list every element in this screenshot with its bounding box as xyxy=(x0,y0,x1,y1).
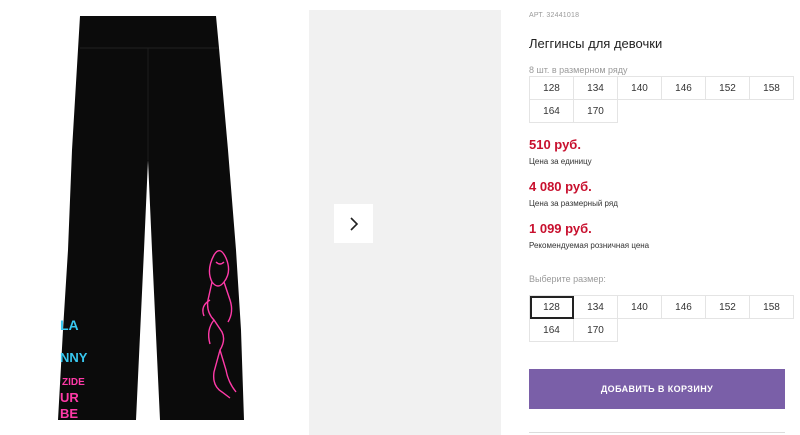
svg-text:LA: LA xyxy=(60,317,79,333)
retail-price-label: Рекомендуемая розничная цена xyxy=(529,241,650,250)
pack-size-cell: 128 xyxy=(530,77,574,100)
svg-text:ZIDE: ZIDE xyxy=(62,377,85,388)
pack-price-label: Цена за размерный ряд xyxy=(529,199,618,208)
size-option[interactable]: 158 xyxy=(750,296,794,319)
pack-size-cell: 134 xyxy=(574,77,618,100)
product-title: Леггинсы для девочки xyxy=(529,36,663,51)
product-image: LA NNY ZIDE UR BE xyxy=(0,0,300,435)
size-option[interactable]: 140 xyxy=(618,296,662,319)
choose-size-label: Выберите размер: xyxy=(529,274,606,284)
chevron-right-icon xyxy=(349,216,358,231)
size-option[interactable]: 146 xyxy=(662,296,706,319)
product-info: АРТ. 32441018 Леггинсы для девочки 8 шт.… xyxy=(529,0,794,435)
pack-size-cell: 152 xyxy=(706,77,750,100)
pack-size-cell: 140 xyxy=(618,77,662,100)
pack-size-cell: 146 xyxy=(662,77,706,100)
svg-text:BE: BE xyxy=(60,406,78,421)
add-to-cart-button[interactable]: ДОБАВИТЬ В КОРЗИНУ xyxy=(529,369,785,409)
size-option[interactable]: 164 xyxy=(530,319,574,342)
svg-text:NNY: NNY xyxy=(60,350,88,365)
size-option[interactable]: 134 xyxy=(574,296,618,319)
pack-size-cell: 158 xyxy=(750,77,794,100)
retail-price: 1 099 руб. xyxy=(529,221,592,236)
pack-note: 8 шт. в размерном ряду xyxy=(529,65,628,75)
svg-text:UR: UR xyxy=(60,390,79,405)
unit-price: 510 руб. xyxy=(529,137,581,152)
gallery-next-image xyxy=(309,10,501,435)
unit-price-label: Цена за единицу xyxy=(529,157,592,166)
article-number: АРТ. 32441018 xyxy=(529,12,580,19)
size-selector: 128 134 140 146 152 158 164 170 xyxy=(529,295,794,342)
pack-size-cell: 164 xyxy=(530,100,574,123)
pack-price: 4 080 руб. xyxy=(529,179,592,194)
size-option[interactable]: 152 xyxy=(706,296,750,319)
size-option[interactable]: 170 xyxy=(574,319,618,342)
gallery-next-button[interactable] xyxy=(334,204,373,243)
pack-size-cell: 170 xyxy=(574,100,618,123)
pack-size-grid: 128 134 140 146 152 158 164 170 xyxy=(529,76,794,123)
size-option-selected[interactable]: 128 xyxy=(530,296,574,319)
leggings-illustration: LA NNY ZIDE UR BE xyxy=(58,16,244,421)
divider xyxy=(529,432,785,433)
